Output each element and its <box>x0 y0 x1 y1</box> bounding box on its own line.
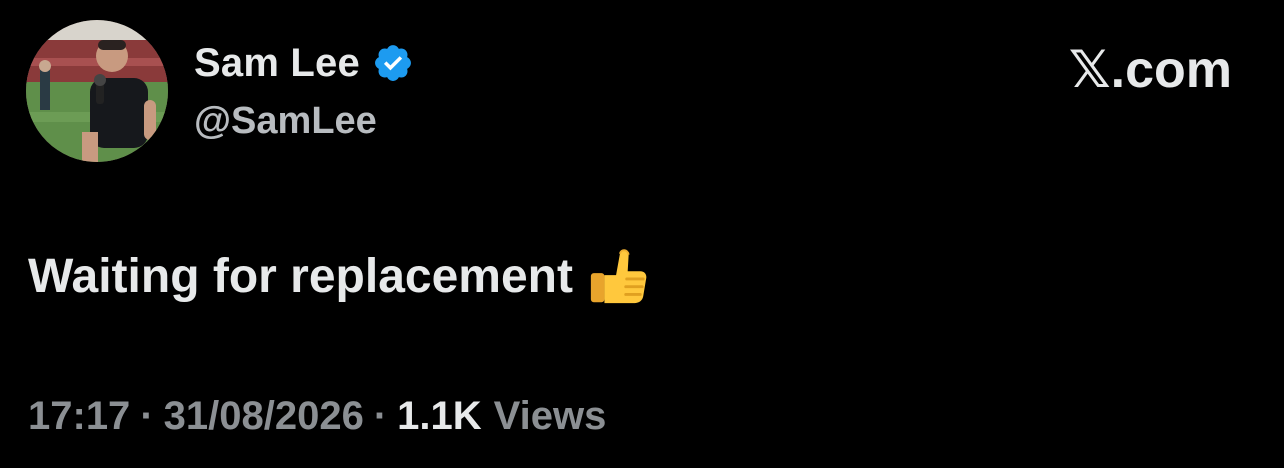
meta-separator: · <box>140 394 154 438</box>
site-domain: .com <box>1110 41 1232 99</box>
tweet-time[interactable]: 17:17 <box>28 388 130 444</box>
tweet-date[interactable]: 31/08/2026 <box>164 388 364 444</box>
avatar-photo <box>26 20 168 162</box>
tweet-text: Waiting for replacement <box>28 246 649 308</box>
avatar[interactable] <box>26 20 168 162</box>
site-label: 𝕏 .com <box>1069 38 1232 102</box>
user-block: Sam Lee @SamLee <box>194 38 414 146</box>
name-row: Sam Lee <box>194 38 414 88</box>
verified-badge-icon <box>372 42 414 84</box>
x-logo-icon: 𝕏 <box>1068 40 1111 100</box>
tweet-card: Sam Lee @SamLee 𝕏 .com Waiting for replac… <box>0 0 1284 468</box>
display-name[interactable]: Sam Lee <box>194 38 360 88</box>
tweet-meta: 17:17 · 31/08/2026 · 1.1K Views <box>28 388 606 444</box>
user-handle[interactable]: @SamLee <box>194 96 414 146</box>
tweet-body: Waiting for replacement <box>28 250 573 303</box>
meta-separator: · <box>373 394 388 438</box>
views-label: Views <box>493 394 607 438</box>
thumbs-up-icon <box>587 246 649 308</box>
views-count: 1.1K <box>397 394 482 438</box>
